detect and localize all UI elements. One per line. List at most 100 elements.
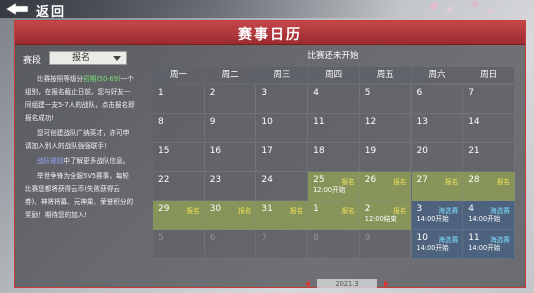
calendar-day-cell[interactable]: 5 bbox=[153, 230, 205, 259]
calendar-day-cell[interactable]: 7 bbox=[256, 230, 309, 259]
day-number: 28 bbox=[468, 175, 480, 185]
calendar-day-cell[interactable]: 24 bbox=[256, 172, 309, 201]
day-number: 1 bbox=[313, 204, 319, 214]
calendar-day-cell[interactable]: 10 海选赛 14:00开始 bbox=[411, 230, 464, 259]
desc-paragraph-1: 比赛按照等级分初期(50-69)一个组别，在报名截止日前，您与好友一同组建一支5… bbox=[25, 73, 135, 125]
calendar-day-cell[interactable]: 11 bbox=[308, 114, 360, 143]
day-number: 8 bbox=[158, 117, 164, 127]
calendar-day-cell[interactable]: 23 bbox=[204, 172, 257, 201]
calendar-day-cell[interactable]: 13 bbox=[411, 114, 464, 143]
rules-description: 比赛按照等级分初期(50-69)一个组别，在报名截止日前，您与好友一同组建一支5… bbox=[25, 73, 135, 224]
calendar-day-cell[interactable]: 14 bbox=[463, 114, 515, 143]
calendar-day-cell[interactable]: 16 bbox=[204, 143, 257, 172]
event-tag: 报名 bbox=[496, 178, 510, 186]
calendar-day-cell[interactable]: 11 海选赛 14:00开始 bbox=[463, 230, 515, 259]
day-number: 18 bbox=[313, 146, 325, 156]
segment-row: 赛段 报名 bbox=[23, 51, 137, 67]
calendar-day-cell[interactable]: 10 bbox=[256, 114, 309, 143]
weekday-label: 周一 bbox=[153, 67, 204, 83]
panel-title: 赛事日历 bbox=[238, 27, 302, 43]
calendar-day-cell[interactable]: 28 报名 bbox=[463, 172, 515, 201]
chevron-down-icon bbox=[113, 56, 121, 61]
top-bar: 返回 bbox=[0, 0, 534, 20]
weekday-label: 周三 bbox=[256, 67, 308, 83]
event-tag: 报名 bbox=[445, 178, 459, 186]
calendar-day-cell[interactable]: 8 bbox=[308, 230, 360, 259]
calendar-day-cell[interactable]: 31 报名 bbox=[256, 201, 309, 230]
day-number: 6 bbox=[209, 233, 216, 243]
calendar-day-cell[interactable]: 22 bbox=[153, 172, 205, 201]
day-number: 13 bbox=[416, 117, 428, 127]
team-rules-link[interactable]: 战队规则 bbox=[37, 157, 63, 165]
calendar-day-cell[interactable]: 27 报名 bbox=[411, 172, 464, 201]
calendar-day-cell[interactable]: 18 bbox=[308, 143, 360, 172]
day-number: 7 bbox=[468, 88, 474, 98]
event-tag: 报名 bbox=[186, 207, 200, 215]
current-month: 2021.3 bbox=[317, 279, 377, 289]
day-number: 4 bbox=[313, 88, 319, 98]
prev-month-arrow-icon[interactable] bbox=[305, 280, 310, 288]
calendar-day-cell[interactable]: 21 bbox=[463, 143, 515, 172]
calendar-day-cell[interactable]: 4 bbox=[308, 85, 360, 114]
day-number: 3 bbox=[261, 88, 268, 98]
calendar-day-cell[interactable]: 3 海选赛 14:00开始 bbox=[411, 201, 464, 230]
weekday-label: 周四 bbox=[308, 67, 360, 83]
calendar-day-cell[interactable]: 12 bbox=[359, 114, 412, 143]
calendar-day-cell[interactable]: 30 报名 bbox=[204, 201, 257, 230]
calendar-day-cell[interactable]: 5 bbox=[359, 85, 412, 114]
calendar-day-cell[interactable]: 2 报名 12:00结束 bbox=[359, 201, 412, 230]
calendar-day-cell[interactable]: 15 bbox=[153, 143, 205, 172]
event-time: 12:00结束 bbox=[364, 215, 397, 223]
day-number: 20 bbox=[416, 146, 428, 156]
calendar-day-cell[interactable]: 29 报名 bbox=[153, 201, 205, 230]
day-number: 14 bbox=[468, 117, 480, 127]
calendar-day-cell[interactable]: 20 bbox=[411, 143, 464, 172]
calendar-day-cell[interactable]: 7 bbox=[463, 85, 515, 114]
day-number: 24 bbox=[261, 175, 273, 185]
calendar-day-cell[interactable]: 19 bbox=[359, 143, 412, 172]
calendar-day-cell[interactable]: 26 报名 bbox=[359, 172, 412, 201]
level-range-highlight: 初期(50-69) bbox=[83, 75, 121, 83]
calendar-day-cell[interactable]: 8 bbox=[153, 114, 205, 143]
day-number: 27 bbox=[416, 175, 428, 185]
calendar-day-cell[interactable]: 9 bbox=[204, 114, 257, 143]
day-number: 2 bbox=[209, 88, 216, 98]
event-time: 14:00开始 bbox=[468, 215, 501, 223]
next-month-arrow-icon[interactable] bbox=[384, 280, 389, 288]
day-number: 12 bbox=[364, 117, 377, 127]
desc-text: 比赛按照等级分 bbox=[37, 75, 84, 83]
desc-paragraph-2: 您可创建战队广纳英才，亦可申请加入别人的战队强强联手! bbox=[25, 129, 130, 150]
day-number: 23 bbox=[209, 175, 222, 185]
calendar-day-cell[interactable]: 3 bbox=[256, 85, 309, 114]
event-tag: 报名 bbox=[289, 207, 304, 215]
match-status: 比赛还未开始 bbox=[307, 51, 359, 61]
desc-paragraph-4: 举世争锋为全服5V5赛事，每轮比赛您都将获得云币(失败获得云券)、神将将募、元神… bbox=[25, 172, 134, 219]
calendar-grid: 周一 周二 周三 周四 周五 周六 周日 1 2 3 4 5 6 7 8 9 10 11 12 13 14 15 16 17… bbox=[153, 67, 515, 263]
calendar-day-cell[interactable]: 2 bbox=[204, 85, 257, 114]
day-number: 31 bbox=[261, 204, 273, 214]
day-number: 22 bbox=[158, 175, 170, 185]
calendar-day-cell[interactable]: 1 bbox=[153, 85, 205, 114]
calendar-day-cell[interactable]: 9 bbox=[359, 230, 412, 259]
day-number: 21 bbox=[468, 146, 480, 156]
calendar-day-cell[interactable]: 17 bbox=[256, 143, 309, 172]
back-arrow-icon[interactable] bbox=[4, 2, 30, 16]
day-number: 10 bbox=[261, 117, 273, 127]
calendar-day-cell[interactable]: 25 报名 12:00开始 bbox=[308, 172, 360, 201]
desc-text: 中了解更多战队信息。 bbox=[63, 157, 130, 165]
day-number: 16 bbox=[209, 146, 222, 156]
segment-dropdown[interactable]: 报名 bbox=[49, 51, 127, 65]
event-time: 14:00开始 bbox=[468, 244, 501, 252]
calendar-day-cell[interactable]: 6 bbox=[204, 230, 257, 259]
day-number: 19 bbox=[364, 146, 377, 156]
day-number: 6 bbox=[416, 88, 423, 98]
calendar-day-cell[interactable]: 4 海选赛 14:00开始 bbox=[463, 201, 515, 230]
day-number: 9 bbox=[364, 233, 371, 243]
calendar-day-cell[interactable]: 1 报名 bbox=[308, 201, 360, 230]
month-nav: 2021.3 bbox=[305, 279, 389, 289]
back-button[interactable]: 返回 bbox=[36, 1, 66, 20]
day-number: 11 bbox=[313, 117, 325, 127]
calendar-day-cell[interactable]: 6 bbox=[411, 85, 464, 114]
weekday-label: 周日 bbox=[463, 67, 515, 83]
weekday-label: 周五 bbox=[359, 67, 411, 83]
